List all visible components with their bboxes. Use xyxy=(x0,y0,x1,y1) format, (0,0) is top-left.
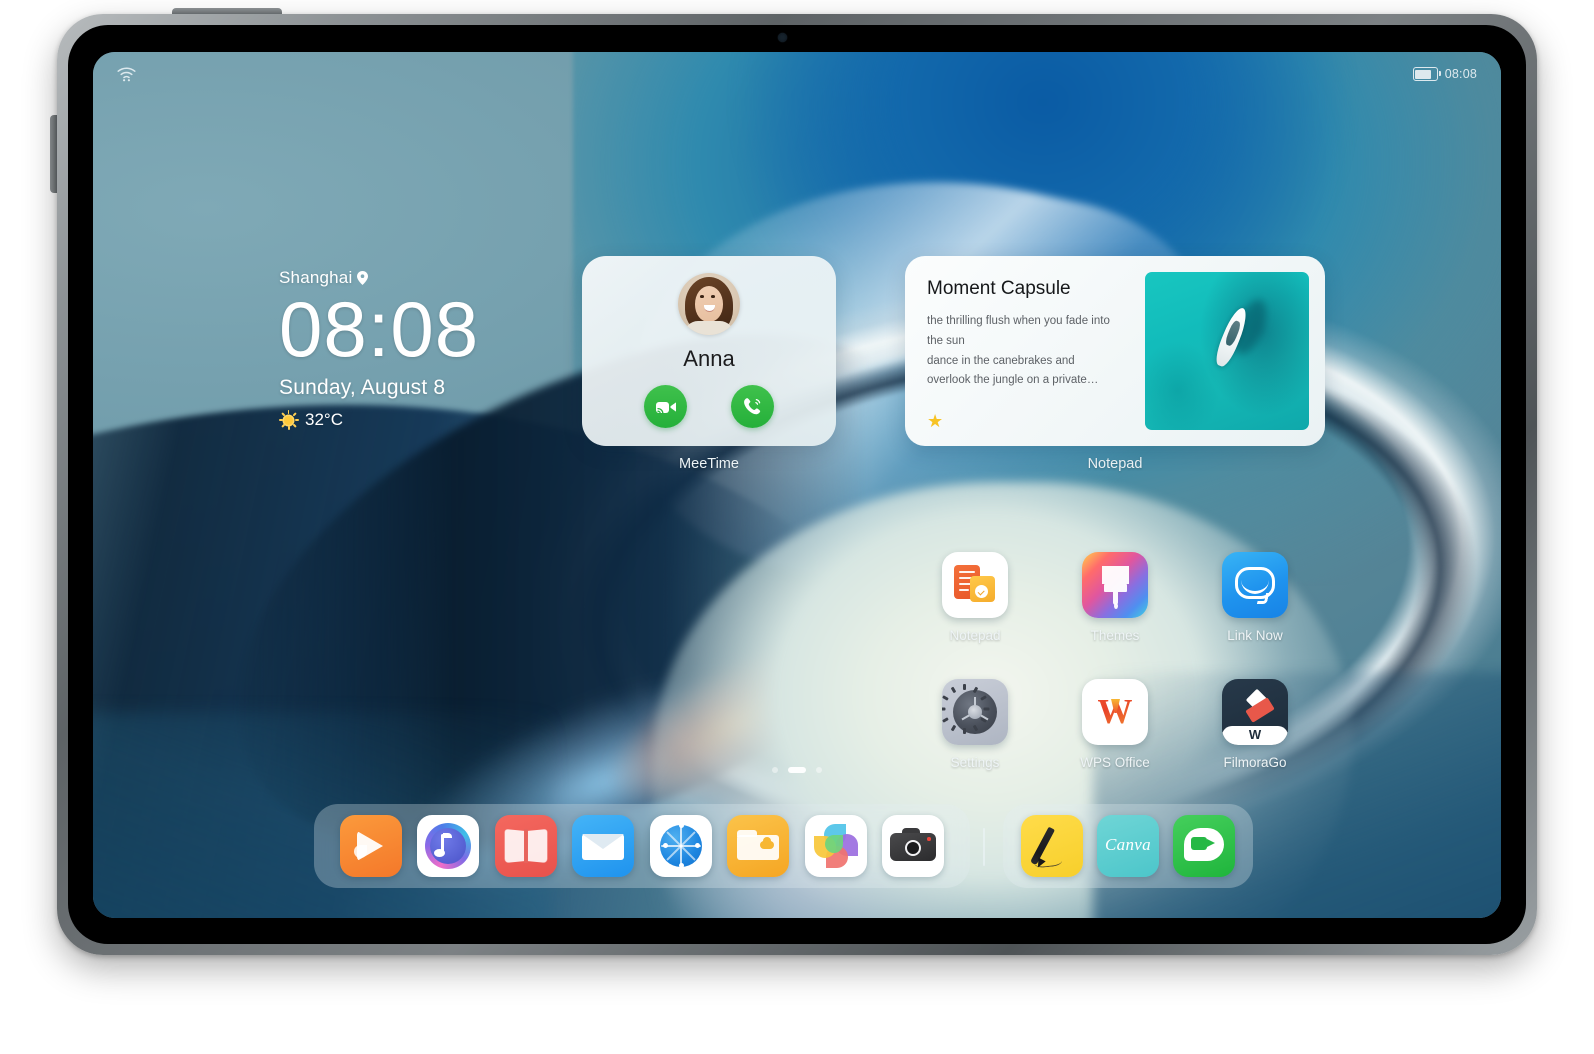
battery-icon xyxy=(1412,67,1441,81)
notepad-note-body: the thrilling flush when you fade into t… xyxy=(927,312,1167,391)
clock-date: Sunday, August 8 xyxy=(279,376,446,400)
pen-notes-icon[interactable] xyxy=(1021,815,1083,877)
tablet-screen: 08:08 Shanghai 08:08 Sunday, August 8 32… xyxy=(93,52,1501,918)
wallpaper-pale-arc xyxy=(306,123,1501,918)
files-folder-icon[interactable] xyxy=(727,815,790,877)
app-settings[interactable]: Settings xyxy=(905,679,1045,770)
battery-level xyxy=(1415,69,1432,79)
note-line: dance in the canebrakes and xyxy=(927,354,1075,367)
app-label: Link Now xyxy=(1227,628,1283,643)
recent-apps-dock: Canva xyxy=(1003,804,1253,888)
sun-icon xyxy=(278,410,299,431)
app-label: Notepad xyxy=(949,628,1001,643)
camera-icon[interactable] xyxy=(882,815,945,877)
app-link-now[interactable]: Link Now xyxy=(1185,552,1325,643)
notepad-widget-label: Notepad xyxy=(1087,456,1143,472)
canva-wordmark: Canva xyxy=(1105,835,1151,854)
page-dot[interactable] xyxy=(772,767,778,773)
browser-globe-icon[interactable] xyxy=(649,815,712,877)
email-icon[interactable] xyxy=(572,815,635,877)
clock-time: 08:08 xyxy=(279,285,480,373)
notepad-widget[interactable]: Moment Capsule the thrilling flush when … xyxy=(905,256,1325,472)
page-dot-active[interactable] xyxy=(788,767,806,773)
gallery-icon[interactable] xyxy=(804,815,867,877)
dock-divider xyxy=(983,828,985,866)
video-player-icon[interactable] xyxy=(339,815,402,877)
wps-office-icon[interactable]: W xyxy=(1082,679,1148,745)
meetime-icon[interactable] xyxy=(1173,815,1235,877)
music-icon[interactable] xyxy=(417,815,480,877)
meetime-contact-name: Anna xyxy=(683,346,735,371)
wallpaper-background xyxy=(93,52,1501,918)
meetime-widget-label: MeeTime xyxy=(679,456,739,472)
meetime-card[interactable]: Anna xyxy=(582,256,836,446)
canva-icon[interactable]: Canva xyxy=(1097,815,1159,877)
app-filmorago[interactable]: FilmoraGo xyxy=(1185,679,1325,770)
phone-call-icon[interactable] xyxy=(731,385,774,428)
meetime-action-row xyxy=(644,385,774,428)
wifi-icon[interactable] xyxy=(117,66,136,82)
notepad-card[interactable]: Moment Capsule the thrilling flush when … xyxy=(905,256,1325,446)
status-right-group: 08:08 xyxy=(1412,67,1477,81)
app-label: Themes xyxy=(1090,628,1140,643)
video-call-icon[interactable] xyxy=(644,385,687,428)
status-bar: 08:08 xyxy=(93,52,1501,96)
note-line: the sun xyxy=(927,334,965,347)
avatar-icon xyxy=(678,273,740,335)
front-camera-icon xyxy=(778,33,787,42)
note-line: the thrilling flush when you fade into xyxy=(927,315,1110,327)
clock-weather-row: 32°C xyxy=(278,410,479,431)
page-dot[interactable] xyxy=(816,767,822,773)
meetime-widget[interactable]: Anna MeeTime xyxy=(582,256,836,472)
location-pin-icon xyxy=(357,271,369,285)
clock-widget[interactable]: Shanghai 08:08 Sunday, August 8 32°C xyxy=(278,268,480,431)
app-wps-office[interactable]: W WPS Office xyxy=(1045,679,1185,770)
themes-icon[interactable] xyxy=(1082,552,1148,618)
dock xyxy=(314,804,970,888)
notepad-icon[interactable] xyxy=(942,552,1008,618)
books-icon[interactable] xyxy=(494,815,557,877)
app-notepad[interactable]: Notepad xyxy=(905,552,1045,643)
app-grid: Notepad Themes Link Now Settings WPS Off… xyxy=(905,552,1325,770)
link-now-icon[interactable] xyxy=(1222,552,1288,618)
page-indicator xyxy=(93,767,1501,773)
status-bar-time: 08:08 xyxy=(1444,67,1477,81)
filmorago-icon[interactable] xyxy=(1222,679,1288,745)
note-line: overlook the jungle on a private… xyxy=(927,374,1099,387)
settings-icon[interactable] xyxy=(942,679,1008,745)
ocean-boat-photo xyxy=(1145,272,1309,430)
star-icon[interactable]: ★ xyxy=(927,412,943,430)
app-themes[interactable]: Themes xyxy=(1045,552,1185,643)
clock-temperature: 32°C xyxy=(305,410,343,430)
